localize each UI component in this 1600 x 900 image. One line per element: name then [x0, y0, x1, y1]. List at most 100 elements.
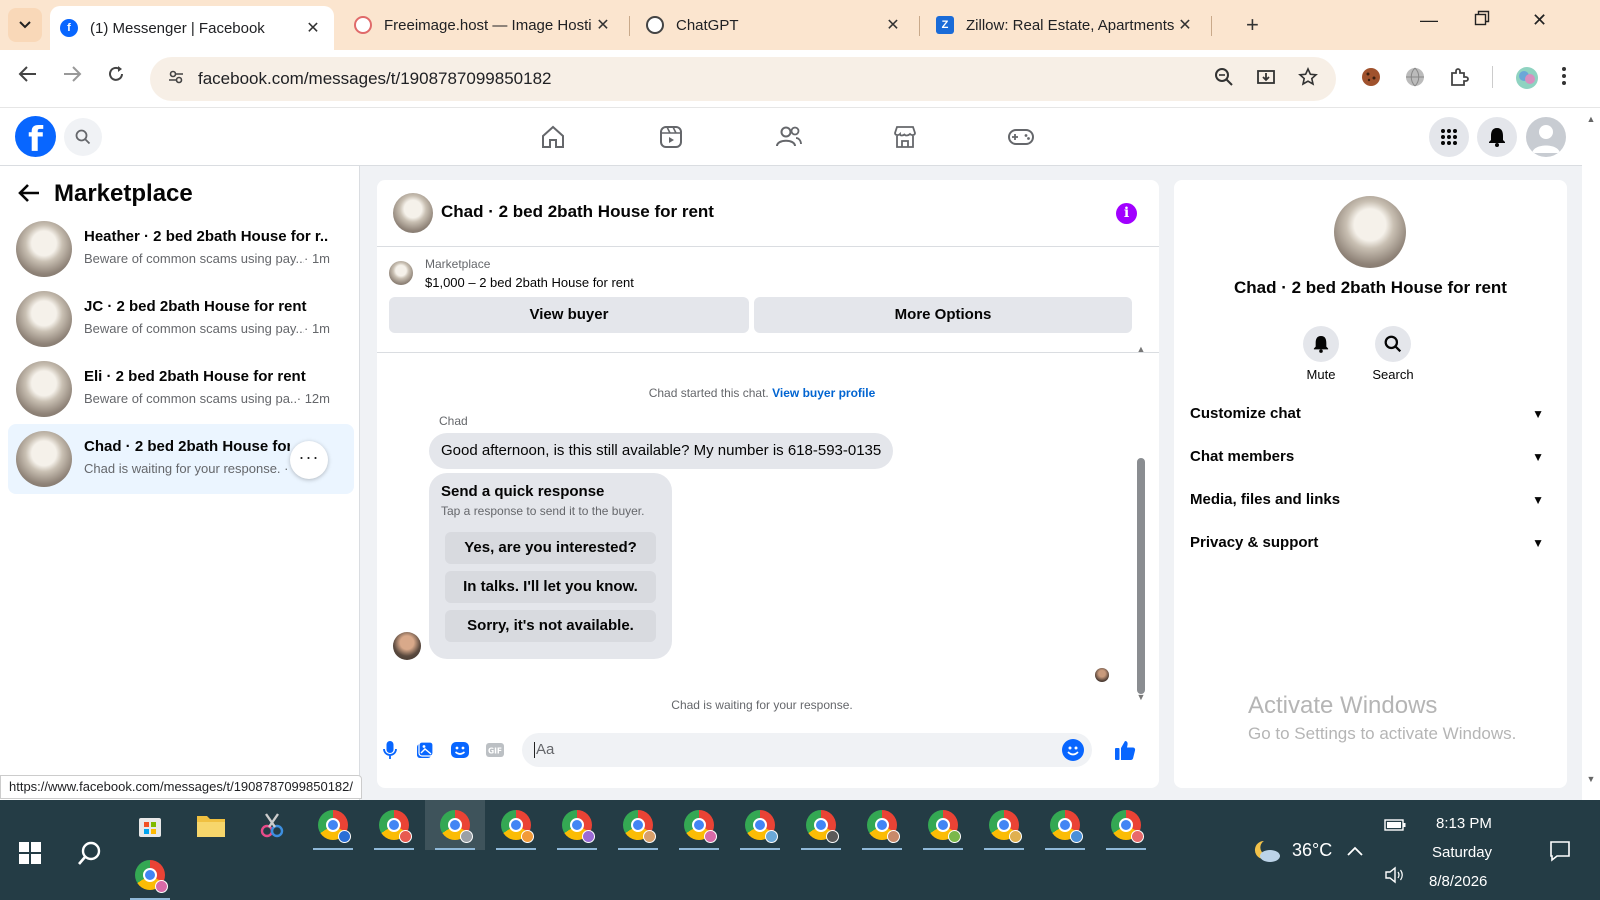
chat-title[interactable]: Chad · 2 bed 2bath House for rent — [441, 202, 714, 222]
bookmark-star-icon[interactable] — [1298, 67, 1318, 92]
conversation-item-heather[interactable]: Heather · 2 bed 2bath House for r... Bew… — [8, 214, 354, 284]
marketplace-nav-icon[interactable] — [888, 120, 922, 154]
friends-nav-icon[interactable] — [772, 120, 806, 154]
new-tab-icon[interactable]: + — [1246, 12, 1259, 38]
chat-avatar[interactable] — [393, 193, 433, 233]
listing-price-title[interactable]: $1,000 – 2 bed 2bath House for rent — [425, 275, 634, 290]
gif-icon[interactable]: GIF — [482, 737, 508, 763]
forward-icon[interactable] — [62, 64, 82, 90]
tab-freeimage[interactable]: Freeimage.host — Image Hostin ✕ — [344, 6, 624, 44]
chrome-taskbar-icon[interactable] — [486, 800, 546, 850]
menu-grid-button[interactable] — [1429, 117, 1469, 157]
chrome-taskbar-icon[interactable] — [791, 800, 851, 850]
facebook-logo-icon[interactable]: f — [15, 116, 56, 157]
clock-time[interactable]: 8:13 PM — [1436, 815, 1492, 832]
video-nav-icon[interactable] — [654, 120, 688, 154]
view-buyer-profile-link[interactable]: View buyer profile — [772, 386, 875, 400]
conversation-more-button[interactable]: ··· — [290, 441, 328, 479]
sticker-icon[interactable] — [447, 737, 473, 763]
chrome-taskbar-icon[interactable] — [1096, 800, 1156, 850]
chrome-taskbar-icon[interactable] — [303, 800, 363, 850]
close-tab-icon[interactable]: ✕ — [592, 15, 614, 35]
chrome-taskbar-icon[interactable] — [974, 800, 1034, 850]
back-arrow-icon[interactable] — [18, 182, 40, 206]
site-info-icon[interactable] — [156, 68, 196, 90]
volume-icon[interactable] — [1378, 850, 1412, 900]
weather-icon[interactable] — [1246, 826, 1286, 876]
info-icon[interactable]: i — [1116, 203, 1137, 224]
chrome-taskbar-icon-active[interactable] — [425, 800, 485, 850]
account-avatar-button[interactable] — [1526, 117, 1566, 157]
chrome-taskbar-icon[interactable] — [730, 800, 790, 850]
close-tab-icon[interactable]: ✕ — [1174, 15, 1196, 35]
chat-scrollbar[interactable]: ▲ ▼ — [1135, 344, 1147, 710]
conversation-item-jc[interactable]: JC · 2 bed 2bath House for rent Beware o… — [8, 284, 354, 354]
page-scrollbar[interactable]: ▲ ▼ — [1582, 108, 1600, 800]
photo-icon[interactable] — [412, 737, 438, 763]
conversation-item-chad[interactable]: Chad · 2 bed 2bath House for r Chad is w… — [8, 424, 354, 494]
snipping-tool-icon[interactable] — [242, 800, 302, 850]
minimize-icon[interactable]: — — [1420, 10, 1438, 31]
more-options-button[interactable]: More Options — [754, 297, 1132, 333]
install-app-icon[interactable] — [1256, 67, 1276, 92]
tab-chatgpt[interactable]: ChatGPT ✕ — [636, 6, 914, 44]
gaming-nav-icon[interactable] — [1004, 120, 1038, 154]
close-tab-icon[interactable]: ✕ — [302, 18, 324, 38]
message-input[interactable]: Aa — [522, 733, 1092, 767]
back-icon[interactable] — [18, 64, 38, 90]
cookie-extension-icon[interactable] — [1360, 66, 1382, 95]
close-window-icon[interactable]: ✕ — [1532, 10, 1547, 31]
chrome-menu-icon[interactable] — [1561, 66, 1567, 95]
close-tab-icon[interactable]: ✕ — [882, 15, 904, 35]
windows-start-icon[interactable] — [0, 828, 60, 878]
media-files-section[interactable]: Media, files and links ▼ — [1190, 486, 1552, 514]
notification-center-icon[interactable] — [1540, 826, 1580, 876]
restore-icon[interactable] — [1474, 10, 1490, 31]
quick-response-option[interactable]: Yes, are you interested? — [445, 532, 656, 564]
chrome-taskbar-icon[interactable] — [608, 800, 668, 850]
clock-date[interactable]: 8/8/2026 — [1429, 873, 1487, 890]
notifications-button[interactable] — [1477, 117, 1517, 157]
extensions-puzzle-icon[interactable] — [1448, 66, 1470, 95]
taskbar-search-icon[interactable] — [60, 828, 120, 878]
facebook-search-button[interactable] — [64, 118, 102, 156]
quick-response-option[interactable]: In talks. I'll let you know. — [445, 571, 656, 603]
microphone-icon[interactable] — [377, 737, 403, 763]
reload-icon[interactable] — [106, 64, 126, 90]
battery-icon[interactable] — [1378, 800, 1412, 850]
chrome-taskbar-icon[interactable] — [120, 850, 180, 900]
chrome-taskbar-icon[interactable] — [913, 800, 973, 850]
scroll-thumb[interactable] — [1137, 458, 1145, 694]
incoming-message-bubble[interactable]: Good afternoon, is this still available?… — [429, 433, 894, 469]
scroll-up-icon[interactable]: ▲ — [1135, 344, 1147, 354]
clock-day[interactable]: Saturday — [1432, 844, 1492, 861]
view-buyer-button[interactable]: View buyer — [389, 297, 749, 333]
sender-avatar[interactable] — [393, 632, 421, 660]
emoji-icon[interactable] — [1062, 739, 1084, 761]
chrome-taskbar-icon[interactable] — [852, 800, 912, 850]
customize-chat-section[interactable]: Customize chat ▼ — [1190, 400, 1552, 428]
mute-action[interactable]: Mute — [1291, 326, 1351, 382]
zoom-icon[interactable] — [1214, 67, 1234, 92]
scroll-down-icon[interactable]: ▼ — [1135, 692, 1147, 702]
profile-avatar-icon[interactable] — [1515, 66, 1539, 95]
listing-thumbnail[interactable] — [389, 261, 413, 285]
search-action[interactable]: Search — [1363, 326, 1423, 382]
tab-zillow[interactable]: Z Zillow: Real Estate, Apartments, ✕ — [926, 6, 1206, 44]
globe-extension-icon[interactable] — [1404, 66, 1426, 95]
weather-temperature[interactable]: 36°C — [1292, 840, 1332, 861]
conversation-item-eli[interactable]: Eli · 2 bed 2bath House for rent Beware … — [8, 354, 354, 424]
show-hidden-icons-chevron-icon[interactable] — [1340, 826, 1370, 876]
chrome-taskbar-icon[interactable] — [669, 800, 729, 850]
chrome-taskbar-icon[interactable] — [364, 800, 424, 850]
chrome-taskbar-icon[interactable] — [1035, 800, 1095, 850]
quick-response-option[interactable]: Sorry, it's not available. — [445, 610, 656, 642]
tab-search-button[interactable] — [8, 8, 42, 42]
privacy-support-section[interactable]: Privacy & support ▼ — [1190, 529, 1552, 557]
page-scroll-down-icon[interactable]: ▼ — [1582, 774, 1600, 784]
chrome-taskbar-icon[interactable] — [547, 800, 607, 850]
page-scroll-up-icon[interactable]: ▲ — [1582, 114, 1600, 124]
info-avatar[interactable] — [1334, 196, 1406, 268]
thumbs-up-icon[interactable] — [1111, 737, 1139, 763]
url-omnibox[interactable]: facebook.com/messages/t/1908787099850182 — [150, 57, 1336, 101]
